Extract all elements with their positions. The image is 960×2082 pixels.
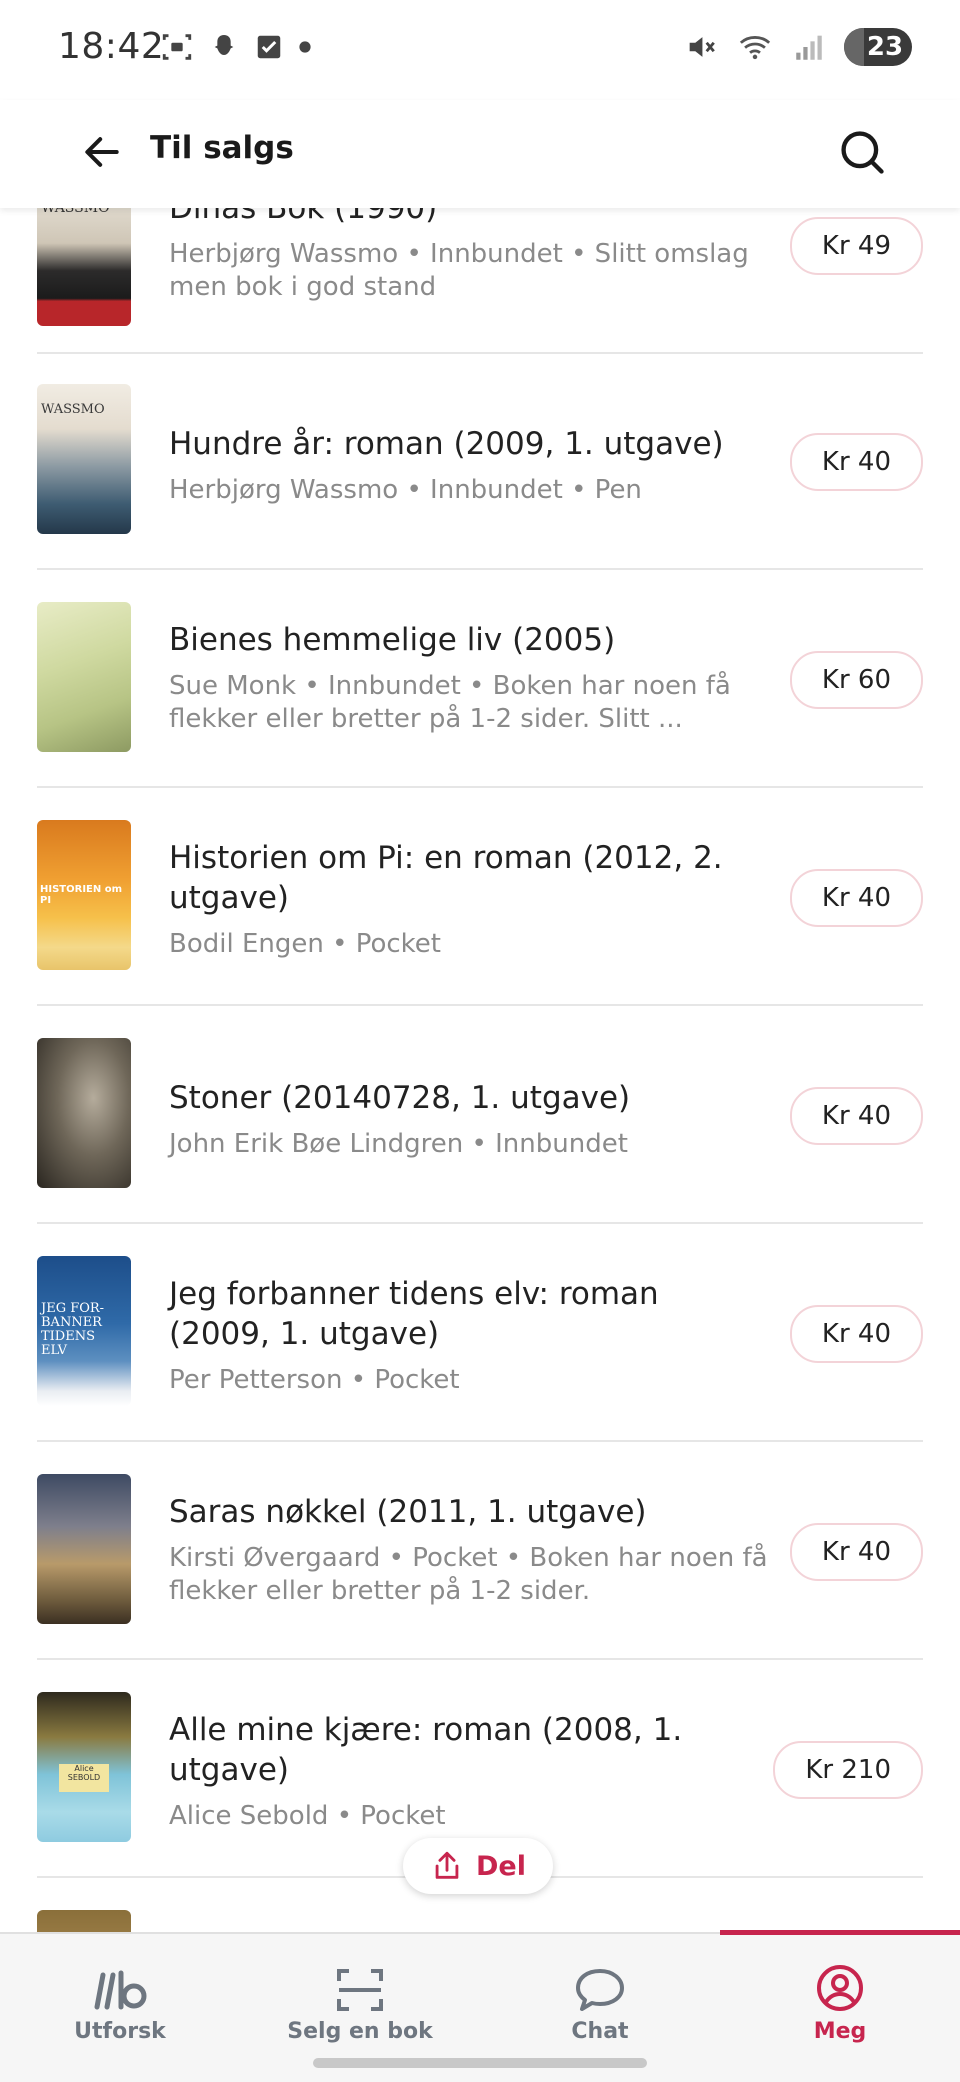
book-title: Saras nøkkel (2011, 1. utgave)	[169, 1494, 647, 1530]
nav-item-utforsk[interactable]: Utforsk	[0, 1934, 240, 2044]
book-list-item[interactable]: Bienes hemmelige liv (2005) Sue Monk • I…	[37, 570, 923, 788]
nav-item-chat[interactable]: Chat	[480, 1934, 720, 2044]
book-cover: HISTORIEN om PI	[37, 820, 131, 970]
price-tag: Kr 40	[789, 433, 923, 491]
book-list-item[interactable]: WASSMO Hundre år: roman (2009, 1. utgave…	[37, 352, 923, 570]
book-details: Kirsti Øvergaard • Pocket • Boken har no…	[169, 1543, 768, 1606]
book-cover: Alice SEBOLD	[37, 1692, 131, 1842]
share-button[interactable]: Del	[403, 1838, 553, 1894]
price-tag: Kr 49	[789, 217, 923, 275]
price-tag: Kr 40	[789, 1523, 923, 1581]
arrow-left-icon	[85, 137, 119, 167]
book-cover	[37, 602, 131, 752]
price-tag: Kr 40	[789, 869, 923, 927]
search-icon	[841, 131, 884, 174]
status-time: 18:42	[58, 26, 165, 67]
nav-label: Utforsk	[74, 2019, 166, 2044]
dot-icon	[299, 41, 311, 53]
price-tag: Kr 40	[789, 1087, 923, 1145]
share-label: Del	[476, 1850, 526, 1882]
book-cover	[37, 1038, 131, 1188]
status-notification-icons	[160, 30, 312, 64]
back-button[interactable]	[72, 122, 132, 182]
checkbox-icon	[257, 35, 281, 59]
book-cover	[37, 1910, 131, 1932]
home-indicator[interactable]	[313, 2058, 647, 2068]
nav-label: Chat	[571, 2019, 629, 2044]
page-title: Til salgs	[150, 130, 294, 166]
book-details: Alice Sebold • Pocket	[169, 1801, 446, 1831]
book-details: Herbjørg Wassmo • Innbundet • Pen	[169, 475, 642, 505]
book-cover: WASSMO	[37, 208, 131, 326]
nav-label: Selg en bok	[287, 2019, 433, 2044]
scan-icon	[337, 1969, 383, 2011]
book-cover	[37, 1474, 131, 1624]
mute-icon	[689, 37, 715, 57]
book-details: Sue Monk • Innbundet • Boken har noen få…	[169, 671, 731, 734]
book-list-item[interactable]: Saras nøkkel (2011, 1. utgave) Kirsti Øv…	[37, 1442, 923, 1660]
book-details: Herbjørg Wassmo • Innbundet • Slitt omsl…	[169, 239, 749, 302]
nav-item-selg-en-bok[interactable]: Selg en bok	[240, 1934, 480, 2044]
price-tag: Kr 40	[789, 1305, 923, 1363]
book-title: Stoner (20140728, 1. utgave)	[169, 1080, 631, 1116]
book-list-item[interactable]: WASSMO Dinas Bok (1990) Herbjørg Wassmo …	[37, 208, 923, 354]
battery-level: 23	[866, 32, 904, 62]
share-icon	[435, 1851, 459, 1879]
book-list-item[interactable]: HISTORIEN om PI Historien om Pi: en roma…	[37, 788, 923, 1006]
price-tag: Kr 60	[789, 651, 923, 709]
book-title: Historien om Pi: en roman (2012, 2. utga…	[169, 840, 723, 916]
app-bar: Til salgs	[0, 100, 960, 208]
nav-label: Meg	[813, 2019, 867, 2044]
search-button[interactable]	[830, 120, 894, 184]
book-details: John Erik Bøe Lindgren • Innbundet	[169, 1129, 628, 1159]
book-cover: JEG FOR- BANNER TIDENS ELV	[37, 1256, 131, 1406]
price-tag: Kr 210	[773, 1741, 923, 1799]
book-title: Bienes hemmelige liv (2005)	[169, 622, 616, 658]
status-system-icons: 23	[684, 28, 912, 66]
battery-indicator: 23	[844, 28, 912, 66]
screenshot-icon	[162, 34, 192, 60]
nav-item-meg[interactable]: Meg	[720, 1934, 960, 2044]
book-list: WASSMO Dinas Bok (1990) Herbjørg Wassmo …	[0, 208, 960, 1932]
profile-icon	[817, 1965, 863, 2011]
status-bar: 18:42 23	[0, 0, 960, 100]
snapchat-icon	[214, 35, 234, 55]
book-title: Hundre år: roman (2009, 1. utgave)	[169, 426, 724, 462]
book-details: Per Petterson • Pocket	[169, 1365, 460, 1395]
book-title: Jeg forbanner tidens elv: roman (2009, 1…	[169, 1276, 659, 1352]
book-details: Bodil Engen • Pocket	[169, 929, 441, 959]
book-list-item[interactable]: JEG FOR- BANNER TIDENS ELV Jeg forbanner ti…	[37, 1224, 923, 1442]
wifi-icon	[739, 36, 771, 60]
book-list-item[interactable]: Stoner (20140728, 1. utgave) John Erik B…	[37, 1006, 923, 1224]
book-title: Alle mine kjære: roman (2008, 1. utgave)	[169, 1712, 683, 1788]
book-cover: WASSMO	[37, 384, 131, 534]
chat-bubble-icon	[576, 1969, 624, 2011]
signal-icon	[796, 35, 822, 60]
explore-logo-icon	[94, 1970, 147, 2010]
book-title: Dinas Bok (1990)	[169, 208, 438, 226]
